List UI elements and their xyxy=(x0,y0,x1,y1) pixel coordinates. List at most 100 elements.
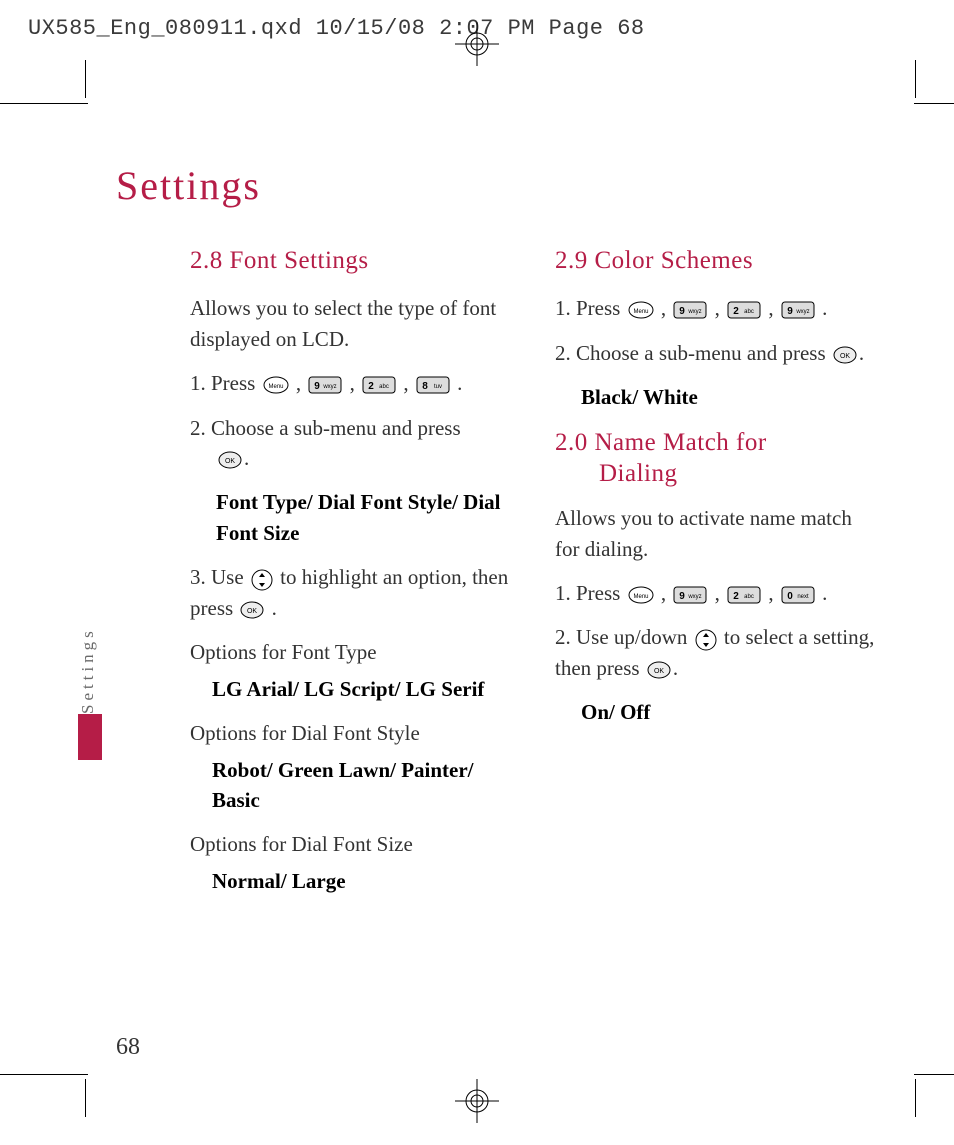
two-key-icon: 2 abc xyxy=(727,586,761,604)
step-text: 1. Press xyxy=(555,296,626,320)
svg-text:2: 2 xyxy=(733,306,739,317)
option-label: Options for Dial Font Style xyxy=(190,718,511,748)
step-text: , xyxy=(661,581,672,605)
step-text: . xyxy=(272,596,277,620)
svg-text:Menu: Menu xyxy=(633,309,648,315)
crop-mark-icon xyxy=(914,1074,954,1075)
submenu-options: Font Type/ Dial Font Style/ Dial Font Si… xyxy=(216,487,511,548)
svg-text:OK: OK xyxy=(247,608,257,615)
menu-key-icon: Menu xyxy=(628,586,654,604)
right-column: 2.9 Color Schemes 1. Press Menu , 9wxyz … xyxy=(555,235,876,910)
svg-text:abc: abc xyxy=(744,309,754,315)
step-3: 3. Use to highlight an option, then pres… xyxy=(190,562,511,623)
svg-text:next: next xyxy=(797,594,809,600)
prepress-header: UX585_Eng_080911.qxd 10/15/08 2:07 PM Pa… xyxy=(28,16,645,41)
option-label: Options for Font Type xyxy=(190,637,511,667)
crop-mark-icon xyxy=(85,1079,86,1117)
crop-mark-icon xyxy=(915,1079,916,1117)
step-text: 2. Use up/down xyxy=(555,625,693,649)
step-text: . xyxy=(673,656,678,680)
ok-key-icon: OK xyxy=(647,661,671,679)
nine-key-icon: 9wxyz xyxy=(673,586,707,604)
svg-text:OK: OK xyxy=(225,458,235,465)
crop-mark-icon xyxy=(85,60,86,98)
svg-text:wxyz: wxyz xyxy=(688,594,702,600)
crop-mark-icon xyxy=(914,103,954,104)
step-text: , xyxy=(715,581,726,605)
svg-text:OK: OK xyxy=(654,668,664,675)
menu-key-icon: Menu xyxy=(628,301,654,319)
section-intro: Allows you to activate name match for di… xyxy=(555,503,876,564)
section-intro: Allows you to select the type of font di… xyxy=(190,293,511,354)
svg-text:9: 9 xyxy=(787,306,793,317)
step-2: 2. Choose a sub-menu and press OK. xyxy=(555,338,876,368)
ok-key-icon: OK xyxy=(218,451,242,469)
svg-text:wxyz: wxyz xyxy=(795,309,809,315)
step-text: . xyxy=(244,446,249,470)
step-text: 2. Choose a sub-menu and press xyxy=(555,341,831,365)
step-text: . xyxy=(457,371,462,395)
step-text: 1. Press xyxy=(555,581,626,605)
two-key-icon: 2 abc xyxy=(362,376,396,394)
step-text: . xyxy=(822,581,827,605)
svg-text:OK: OK xyxy=(840,353,850,360)
two-key-icon: 2 abc xyxy=(727,301,761,319)
svg-text:abc: abc xyxy=(744,594,754,600)
registration-mark-bottom-icon xyxy=(455,1079,499,1123)
svg-text:tuv: tuv xyxy=(434,384,442,390)
option-values: Normal/ Large xyxy=(212,866,511,896)
section-heading: 2.9 Color Schemes xyxy=(555,243,876,279)
svg-text:abc: abc xyxy=(379,384,389,390)
section-heading: 2.0 Name Match for Dialing xyxy=(555,427,876,490)
step-text: 2. Choose a sub-menu and press xyxy=(190,416,461,440)
heading-line: 2.0 Name Match for xyxy=(555,429,767,456)
step-text: 3. Use xyxy=(190,565,249,589)
step-text: , xyxy=(296,371,307,395)
svg-text:9: 9 xyxy=(315,381,321,392)
option-values: Black/ White xyxy=(581,382,876,412)
svg-text:wxyz: wxyz xyxy=(688,309,702,315)
step-2: 2. Use up/down to select a setting, then… xyxy=(555,622,876,683)
menu-key-icon: Menu xyxy=(263,376,289,394)
left-column: 2.8 Font Settings Allows you to select t… xyxy=(190,235,511,910)
nine-key-icon: 9wxyz xyxy=(308,376,342,394)
ok-key-icon: OK xyxy=(833,346,857,364)
svg-text:wxyz: wxyz xyxy=(323,384,337,390)
svg-text:Menu: Menu xyxy=(268,384,283,390)
step-text: , xyxy=(403,371,414,395)
registration-mark-top-icon xyxy=(455,22,499,66)
step-text: , xyxy=(768,581,779,605)
page-number: 68 xyxy=(116,1034,140,1061)
step-1: 1. Press Menu , 9wxyz , 2abc , 9wxyz . xyxy=(555,293,876,323)
nine-key-icon: 9wxyz xyxy=(673,301,707,319)
step-1: 1. Press Menu , 9wxyz , 2 abc , 0 next . xyxy=(555,578,876,608)
zero-key-icon: 0 next xyxy=(781,586,815,604)
svg-text:0: 0 xyxy=(787,591,793,602)
heading-line: Dialing xyxy=(555,458,876,489)
crop-mark-icon xyxy=(0,1074,88,1075)
step-text: 1. Press xyxy=(190,371,261,395)
section-heading: 2.8 Font Settings xyxy=(190,243,511,279)
crop-mark-icon xyxy=(0,103,88,104)
svg-text:2: 2 xyxy=(733,591,739,602)
step-1: 1. Press Menu , 9wxyz , 2 abc , 8 tuv . xyxy=(190,368,511,398)
svg-text:9: 9 xyxy=(680,591,686,602)
nine-key-icon: 9wxyz xyxy=(781,301,815,319)
step-text: . xyxy=(859,341,864,365)
step-2: 2. Choose a sub-menu and press OK. xyxy=(190,413,511,474)
crop-mark-icon xyxy=(915,60,916,98)
page-title: Settings xyxy=(116,162,916,209)
svg-text:8: 8 xyxy=(422,381,428,392)
option-values: On/ Off xyxy=(581,697,876,727)
svg-text:Menu: Menu xyxy=(633,594,648,600)
nav-key-icon xyxy=(251,569,273,591)
svg-text:2: 2 xyxy=(368,381,374,392)
option-values: Robot/ Green Lawn/ Painter/ Basic xyxy=(212,755,511,816)
step-text: , xyxy=(661,296,672,320)
step-text: , xyxy=(350,371,361,395)
eight-key-icon: 8 tuv xyxy=(416,376,450,394)
ok-key-icon: OK xyxy=(240,601,264,619)
option-label: Options for Dial Font Size xyxy=(190,829,511,859)
step-text: , xyxy=(768,296,779,320)
option-values: LG Arial/ LG Script/ LG Serif xyxy=(212,674,511,704)
